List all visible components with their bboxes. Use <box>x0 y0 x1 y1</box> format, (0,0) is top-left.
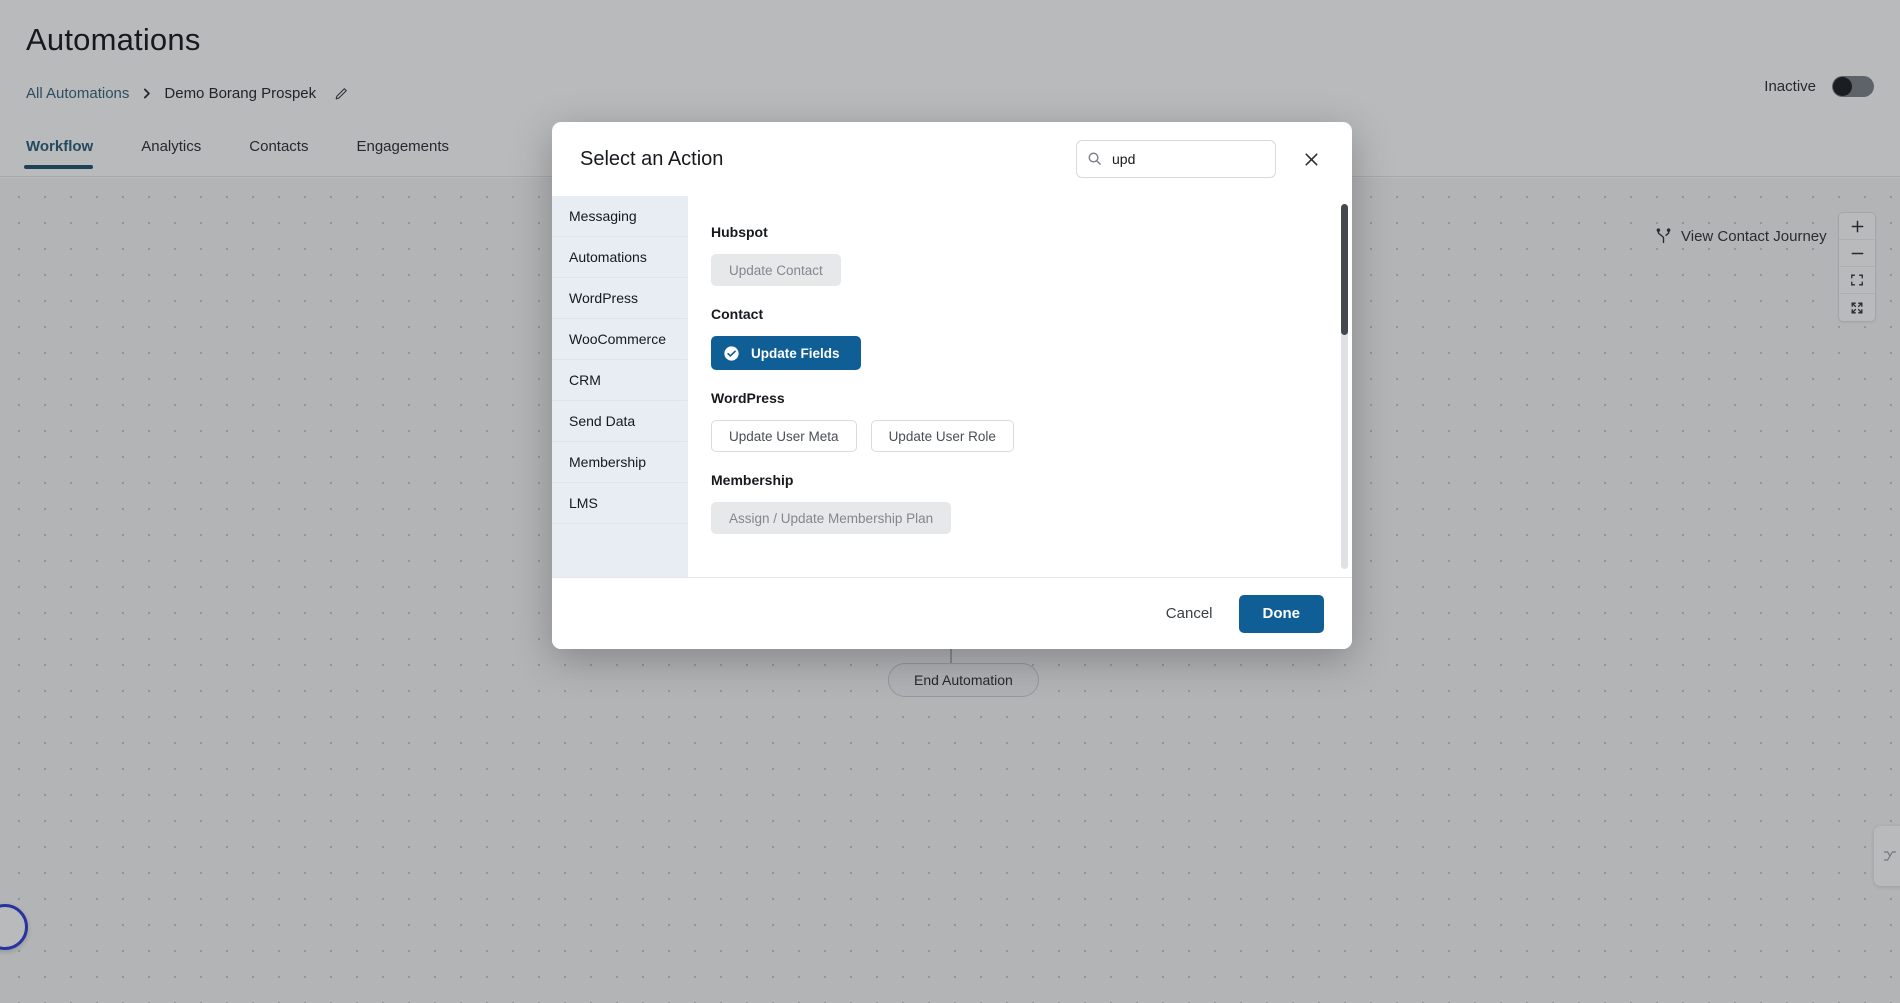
group-buttons-wordpress: Update User Meta Update User Role <box>711 420 1322 452</box>
modal-body: Messaging Automations WordPress WooComme… <box>552 196 1352 577</box>
sidebar-item-lms[interactable]: LMS <box>552 483 687 524</box>
action-update-user-role[interactable]: Update User Role <box>870 420 1014 452</box>
cancel-button[interactable]: Cancel <box>1166 605 1213 622</box>
sidebar-item-send-data[interactable]: Send Data <box>552 401 687 442</box>
group-buttons-contact: Update Fields <box>711 336 1322 370</box>
action-update-fields[interactable]: Update Fields <box>711 336 861 370</box>
group-title-wordpress: WordPress <box>711 390 785 406</box>
done-button[interactable]: Done <box>1238 594 1324 633</box>
search-field-wrapper <box>1076 140 1276 178</box>
scrollbar-thumb[interactable] <box>1341 204 1348 336</box>
action-update-contact[interactable]: Update Contact <box>711 254 841 286</box>
group-buttons-membership: Assign / Update Membership Plan <box>711 502 1322 534</box>
group-title-contact: Contact <box>711 306 764 322</box>
actions-scrollbar[interactable] <box>1341 204 1348 569</box>
actions-list: Hubspot Update Contact Contact Update Fi… <box>688 196 1352 562</box>
group-buttons-hubspot: Update Contact <box>711 254 1322 286</box>
category-sidebar: Messaging Automations WordPress WooComme… <box>552 196 687 577</box>
actions-scroll-area[interactable]: Hubspot Update Contact Contact Update Fi… <box>687 196 1352 577</box>
sidebar-item-crm[interactable]: CRM <box>552 360 687 401</box>
group-title-membership: Membership <box>711 472 794 488</box>
sidebar-item-wordpress[interactable]: WordPress <box>552 278 687 319</box>
modal-title: Select an Action <box>580 147 724 170</box>
sidebar-item-automations[interactable]: Automations <box>552 237 687 278</box>
modal-footer: Cancel Done <box>552 577 1352 649</box>
check-circle-icon <box>723 345 740 362</box>
action-update-fields-label: Update Fields <box>751 345 840 361</box>
action-group-wordpress: WordPress Update User Meta Update User R… <box>711 390 1322 452</box>
sidebar-filler <box>552 524 687 577</box>
action-group-contact: Contact Update Fields <box>711 306 1322 370</box>
sidebar-item-messaging[interactable]: Messaging <box>552 196 687 237</box>
action-group-membership: Membership Assign / Update Membership Pl… <box>711 472 1322 534</box>
close-icon[interactable] <box>1298 146 1324 172</box>
modal-header: Select an Action <box>552 122 1352 196</box>
search-input[interactable] <box>1076 140 1276 178</box>
action-group-hubspot: Hubspot Update Contact <box>711 224 1322 286</box>
group-title-hubspot: Hubspot <box>711 224 768 240</box>
action-assign-update-membership-plan[interactable]: Assign / Update Membership Plan <box>711 502 952 534</box>
sidebar-item-woocommerce[interactable]: WooCommerce <box>552 319 687 360</box>
select-action-modal: Select an Action Messaging Automations <box>552 122 1352 649</box>
sidebar-item-membership[interactable]: Membership <box>552 442 687 483</box>
action-update-user-meta[interactable]: Update User Meta <box>711 420 857 452</box>
